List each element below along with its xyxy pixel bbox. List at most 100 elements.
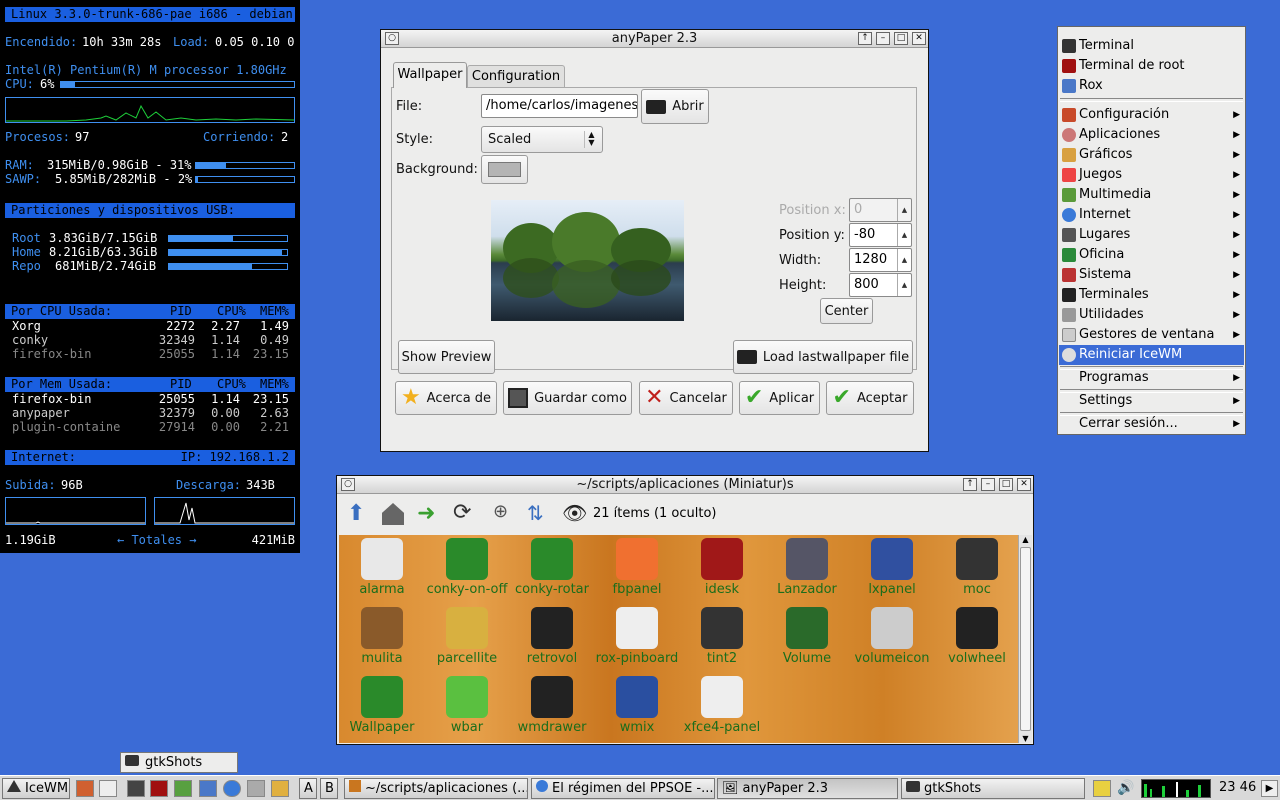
maximize-button[interactable]: □	[894, 32, 908, 45]
menu-item-juegos[interactable]: Juegos ▶	[1059, 165, 1244, 185]
background-color-button[interactable]	[481, 155, 528, 184]
volume-tray-icon[interactable]: 🔊	[1117, 780, 1134, 796]
image-viewer-icon[interactable]	[76, 780, 94, 797]
show-preview-button[interactable]: Show Preview	[398, 340, 495, 374]
scroll-thumb[interactable]	[1020, 547, 1031, 731]
start-button[interactable]: IceWM	[2, 778, 70, 799]
rox-scrollbar[interactable]: ▲ ▼	[1018, 535, 1032, 743]
accept-button[interactable]: ✔ Aceptar	[826, 381, 914, 415]
file-field[interactable]: /home/carlos/imagenes/	[481, 94, 638, 118]
menu-item-logout[interactable]: Cerrar sesión... ▶	[1059, 414, 1244, 434]
minimize-button[interactable]: –	[981, 478, 995, 491]
file-item[interactable]: volumeicon	[849, 607, 935, 666]
anypaper-titlebar[interactable]: anyPaper 2.3 ○ ↑ – □ ✕	[381, 30, 928, 48]
file-item[interactable]: alarma	[339, 538, 425, 597]
menu-item-sistema[interactable]: Sistema ▶	[1059, 265, 1244, 285]
close-button[interactable]: ✕	[1017, 478, 1031, 491]
show-window-list-icon[interactable]: ▶	[1261, 780, 1278, 797]
file-item[interactable]: idesk	[679, 538, 765, 597]
file-item[interactable]: volwheel	[934, 607, 1020, 666]
posy-field[interactable]: -80 ▲▼	[849, 223, 912, 247]
terminal-icon[interactable]	[127, 780, 145, 797]
forward-icon[interactable]: ➜	[417, 501, 435, 526]
task-firefox[interactable]: El régimen del PPSOE -...	[531, 778, 715, 799]
file-item[interactable]: Volume	[764, 607, 850, 666]
clipboard-tray-icon[interactable]	[1093, 780, 1111, 797]
menu-item-terminales[interactable]: Terminales ▶	[1059, 285, 1244, 305]
menu-item-internet[interactable]: Internet ▶	[1059, 205, 1244, 225]
menu-item-graficos[interactable]: Gráficos ▶	[1059, 145, 1244, 165]
file-item[interactable]: rox-pinboard	[594, 607, 680, 666]
about-button[interactable]: ★ Acerca de	[395, 381, 497, 415]
height-spin-icon[interactable]: ▲▼	[897, 274, 911, 296]
minimize-button[interactable]: –	[876, 32, 890, 45]
browser-icon[interactable]	[223, 780, 241, 797]
file-item[interactable]: Wallpaper	[339, 676, 425, 735]
menu-item-programas[interactable]: Programas ▶	[1059, 368, 1244, 388]
posy-spin-icon[interactable]: ▲▼	[897, 224, 911, 246]
menu-item-aplicaciones[interactable]: Aplicaciones ▶	[1059, 125, 1244, 145]
settings-icon[interactable]	[271, 780, 289, 797]
clock[interactable]: 23 46	[1219, 780, 1256, 795]
apply-button[interactable]: ✔ Aplicar	[739, 381, 820, 415]
up-arrow-icon[interactable]: ⬆	[347, 501, 365, 526]
menu-item-terminal[interactable]: Terminal	[1059, 36, 1244, 56]
cpu-monitor-graph[interactable]	[1141, 779, 1211, 798]
save-as-button[interactable]: Guardar como	[503, 381, 632, 415]
sort-icon[interactable]: ⇅	[527, 501, 544, 525]
width-field[interactable]: 1280 ▲▼	[849, 248, 912, 272]
rox-titlebar[interactable]: ~/scripts/aplicaciones (Miniatur)s ○ ↑ –…	[337, 476, 1033, 494]
menu-item-utilidades[interactable]: Utilidades ▶	[1059, 305, 1244, 325]
editor-icon[interactable]	[174, 780, 192, 797]
root-terminal-icon[interactable]	[150, 780, 168, 797]
height-field[interactable]: 800 ▲▼	[849, 273, 912, 297]
skull-icon[interactable]	[247, 780, 265, 797]
workspace-b-button[interactable]: B	[320, 778, 338, 799]
tab-configuration[interactable]: Configuration	[467, 65, 565, 88]
file-item[interactable]: xfce4-panel	[679, 676, 765, 735]
file-item[interactable]: retrovol	[509, 607, 595, 666]
refresh-icon[interactable]: ⟳	[453, 500, 471, 525]
workspace-a-button[interactable]: A	[299, 778, 317, 799]
tab-wallpaper[interactable]: Wallpaper	[393, 62, 467, 88]
scroll-up-icon[interactable]: ▲	[1019, 535, 1032, 544]
window-menu-button[interactable]: ○	[341, 478, 355, 491]
show-desktop-icon[interactable]	[99, 780, 117, 797]
menu-item-lugares[interactable]: Lugares ▶	[1059, 225, 1244, 245]
menu-item-root-terminal[interactable]: Terminal de root	[1059, 56, 1244, 76]
cancel-button[interactable]: ✕ Cancelar	[639, 381, 733, 415]
menu-item-settings[interactable]: Settings ▶	[1059, 391, 1244, 411]
task-anypaper[interactable]: 🖼 anyPaper 2.3	[717, 778, 898, 799]
task-rox[interactable]: ~/scripts/aplicaciones (...	[344, 778, 528, 799]
close-button[interactable]: ✕	[912, 32, 926, 45]
load-last-wallpaper-button[interactable]: Load lastwallpaper file	[733, 340, 913, 374]
file-item[interactable]: wmdrawer	[509, 676, 595, 735]
menu-item-restart-icewm[interactable]: Reiniciar IceWM	[1059, 345, 1244, 365]
task-gtkshots[interactable]: gtkShots	[901, 778, 1085, 799]
file-item[interactable]: fbpanel	[594, 538, 680, 597]
file-item[interactable]: conky-rotar	[509, 538, 595, 597]
style-select[interactable]: Scaled ▲ ▼	[481, 126, 603, 153]
file-item[interactable]: wmix	[594, 676, 680, 735]
menu-item-multimedia[interactable]: Multimedia ▶	[1059, 185, 1244, 205]
file-item[interactable]: tint2	[679, 607, 765, 666]
center-button[interactable]: Center	[820, 298, 873, 324]
maximize-button[interactable]: □	[999, 478, 1013, 491]
eye-icon[interactable]: 👁	[562, 501, 587, 525]
file-item[interactable]: lxpanel	[849, 538, 935, 597]
file-manager-icon[interactable]	[199, 780, 217, 797]
scroll-down-icon[interactable]: ▼	[1019, 734, 1032, 743]
minimized-gtkshots[interactable]: gtkShots	[120, 752, 238, 773]
file-item[interactable]: moc	[934, 538, 1020, 597]
menu-item-oficina[interactable]: Oficina ▶	[1059, 245, 1244, 265]
raise-button[interactable]: ↑	[963, 478, 977, 491]
raise-button[interactable]: ↑	[858, 32, 872, 45]
home-icon[interactable]	[382, 503, 404, 525]
menu-item-configuracion[interactable]: Configuración ▶	[1059, 105, 1244, 125]
open-button[interactable]: Abrir	[641, 89, 709, 124]
menu-item-rox[interactable]: Rox	[1059, 76, 1244, 96]
zoom-icon[interactable]: ⊕	[493, 501, 508, 522]
file-item[interactable]: wbar	[424, 676, 510, 735]
file-item[interactable]: mulita	[339, 607, 425, 666]
window-menu-button[interactable]: ○	[385, 32, 399, 45]
